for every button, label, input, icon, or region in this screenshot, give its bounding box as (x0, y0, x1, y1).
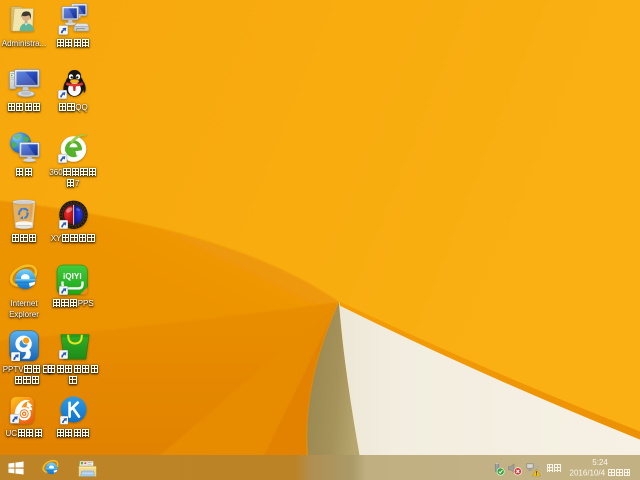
svg-text:iQIYI: iQIYI (63, 272, 82, 281)
